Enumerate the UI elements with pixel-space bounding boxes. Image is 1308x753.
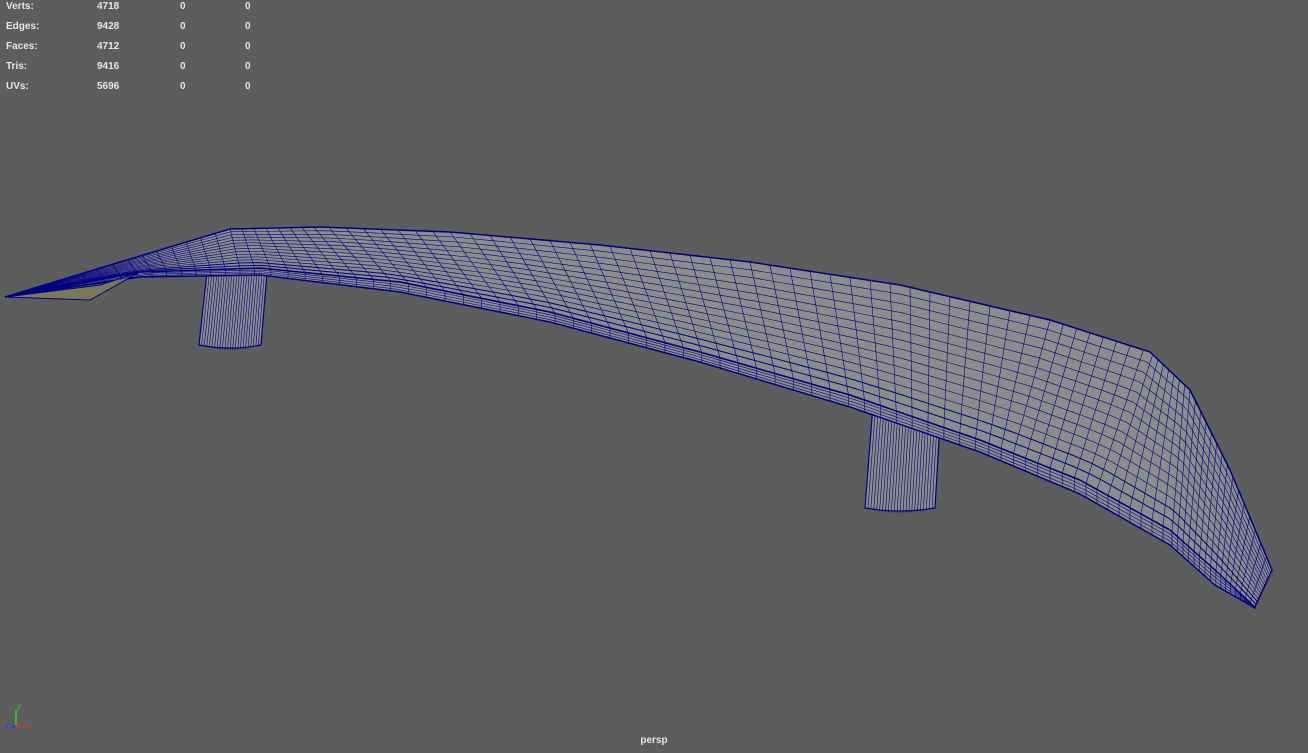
hud-label: Edges: xyxy=(6,21,40,32)
hud-label: Faces: xyxy=(6,41,38,52)
axis-z-label: z xyxy=(5,721,9,730)
hud-label: UVs: xyxy=(6,81,29,92)
hud-selected: 0 xyxy=(180,21,186,32)
hud-component: 0 xyxy=(245,81,251,92)
hud-selected: 0 xyxy=(180,1,186,12)
camera-name-label: persp xyxy=(640,735,668,746)
hud-label: Tris: xyxy=(6,61,28,72)
hud-total: 4718 xyxy=(97,1,120,12)
hud-total: 9428 xyxy=(97,21,120,32)
axis-indicator: y x z xyxy=(5,702,31,731)
hud-total: 9416 xyxy=(97,61,120,72)
hud-component: 0 xyxy=(245,61,251,72)
hud-component: 0 xyxy=(245,41,251,52)
viewport-3d[interactable] xyxy=(0,0,1308,753)
axis-x-label: x xyxy=(27,722,31,731)
spoiler-mesh-wireframe[interactable] xyxy=(4,226,1273,610)
hud-selected: 0 xyxy=(180,81,186,92)
axis-y-label: y xyxy=(17,702,21,711)
hud-selected: 0 xyxy=(180,41,186,52)
hud-label: Verts: xyxy=(6,1,34,12)
hud-total: 5696 xyxy=(97,81,120,92)
hud-component: 0 xyxy=(245,21,251,32)
top-surface xyxy=(4,226,1273,609)
hud-component: 0 xyxy=(245,1,251,12)
hud-total: 4712 xyxy=(97,41,120,52)
hud-selected: 0 xyxy=(180,61,186,72)
